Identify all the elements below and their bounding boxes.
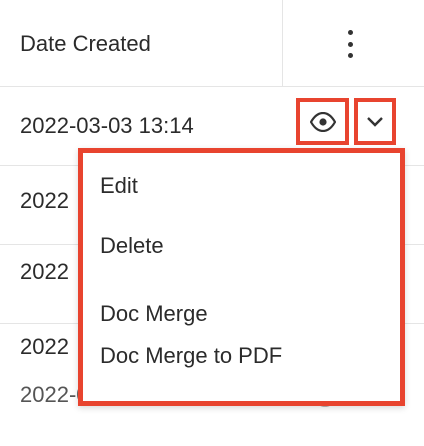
menu-item-edit[interactable]: Edit (100, 173, 138, 199)
row-date-created: 2022 (20, 334, 69, 359)
row-actions-menu: Edit Delete Doc Merge Doc Merge to PDF (78, 148, 405, 406)
row-date-created: 2022 (20, 188, 69, 213)
preview-button[interactable] (296, 98, 349, 145)
eye-icon (309, 111, 336, 132)
chevron-down-icon (367, 116, 383, 127)
records-table: Date Created 2022-03-03 13:14 2022 2022 … (0, 0, 424, 446)
column-divider (282, 0, 283, 86)
row-date-created: 2022-03-03 13:14 (20, 113, 194, 138)
table-header: Date Created (0, 0, 424, 87)
row-date-created: 2022 (20, 259, 69, 284)
row-actions-dropdown-button[interactable] (354, 98, 396, 145)
menu-item-delete[interactable]: Delete (100, 233, 164, 259)
menu-item-doc-merge-to-pdf[interactable]: Doc Merge to PDF (100, 343, 282, 369)
kebab-vertical-icon[interactable] (342, 30, 358, 58)
menu-item-doc-merge[interactable]: Doc Merge (100, 301, 208, 327)
column-header-date-created[interactable]: Date Created (20, 31, 151, 57)
